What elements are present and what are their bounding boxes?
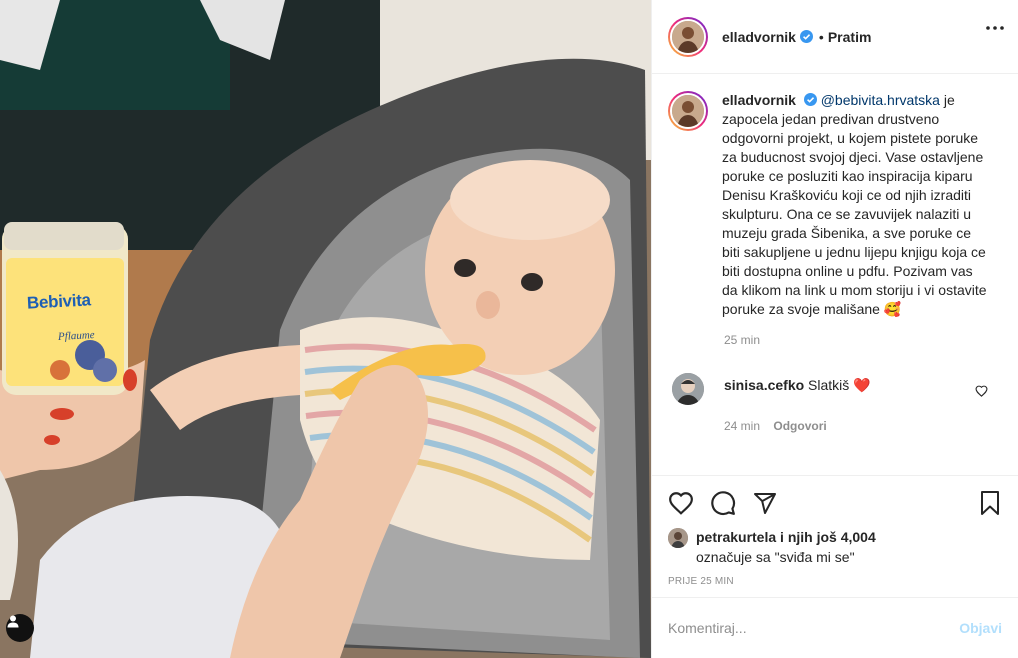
comment-item: sinisa.cefko Slatkiš ❤️ — [668, 373, 1002, 405]
caption-emoji: 🥰 — [883, 301, 902, 317]
comment-input[interactable] — [668, 620, 960, 636]
comment-emoji: ❤️ — [853, 377, 871, 393]
caption-body: je zapocela jedan predivan drustveno odg… — [722, 92, 987, 317]
caption-author-avatar[interactable] — [668, 91, 708, 131]
comments-section[interactable]: elladvornik @bebivita.hrvatska je zapoce… — [652, 75, 1018, 474]
post-container: Bebivita Pflaume elladvornik • Pratim el… — [0, 0, 1018, 658]
separator-dot: • — [818, 28, 824, 45]
comment-like-heart-icon[interactable] — [975, 385, 988, 397]
comment-body: sinisa.cefko Slatkiš ❤️ — [724, 373, 871, 405]
post-header: elladvornik • Pratim — [652, 0, 1018, 74]
avatar-image — [672, 95, 704, 127]
following-button[interactable]: Pratim — [828, 29, 872, 45]
post-photo[interactable]: Bebivita Pflaume — [0, 0, 651, 658]
commenter-username[interactable]: sinisa.cefko — [724, 377, 804, 393]
comment-meta: 24 min Odgovori — [724, 419, 1002, 433]
likes-label: označuje sa "sviđa mi se" — [696, 549, 855, 565]
commenter-avatar[interactable] — [672, 373, 704, 405]
avatar-image — [672, 20, 704, 53]
verified-badge-icon — [803, 93, 817, 106]
liker-avatar[interactable] — [668, 528, 688, 548]
caption-mention-link[interactable]: @bebivita.hrvatska — [821, 92, 940, 108]
bookmark-icon[interactable] — [978, 490, 1002, 516]
jar-flavor-label: Pflaume — [57, 329, 95, 343]
caption-text: elladvornik @bebivita.hrvatska je zapoce… — [722, 91, 992, 319]
jar-brand-label: Bebivita — [26, 290, 92, 313]
liker-username[interactable]: petrakurtela — [696, 529, 776, 545]
post-actions: petrakurtela i njih još 4,004 označuje s… — [652, 475, 1018, 587]
reply-button[interactable]: Odgovori — [773, 419, 826, 433]
author-avatar[interactable] — [668, 16, 708, 57]
caption-time[interactable]: 25 min — [724, 333, 1002, 347]
comment-text: Slatkiš — [808, 377, 850, 393]
heart-icon[interactable] — [668, 491, 694, 515]
caption: elladvornik @bebivita.hrvatska je zapoce… — [668, 91, 1002, 319]
author-username[interactable]: elladvornik — [722, 29, 796, 45]
verified-badge-icon — [799, 30, 813, 43]
likes-summary: petrakurtela i njih još 4,004 — [668, 528, 1002, 548]
avatar-image — [672, 373, 704, 405]
add-comment-bar: Objavi — [652, 597, 1018, 658]
comment-time[interactable]: 24 min — [724, 419, 760, 433]
action-icons-row — [668, 488, 1002, 518]
comment-bubble-icon[interactable] — [710, 490, 736, 516]
paper-plane-icon[interactable] — [752, 491, 778, 515]
caption-username[interactable]: elladvornik — [722, 92, 796, 108]
user-tag-icon — [7, 615, 19, 628]
user-tag-button[interactable] — [6, 614, 34, 642]
avatar-image — [668, 528, 688, 548]
post-side-panel: elladvornik • Pratim elladvornik @bebivi… — [651, 0, 1018, 658]
posted-time[interactable]: PRIJE 25 MIN — [668, 576, 1002, 587]
post-comment-button[interactable]: Objavi — [959, 620, 1002, 636]
likes-count[interactable]: i njih još 4,004 — [780, 529, 876, 545]
photo-illustration — [0, 0, 651, 658]
more-options-icon[interactable] — [986, 26, 1004, 30]
